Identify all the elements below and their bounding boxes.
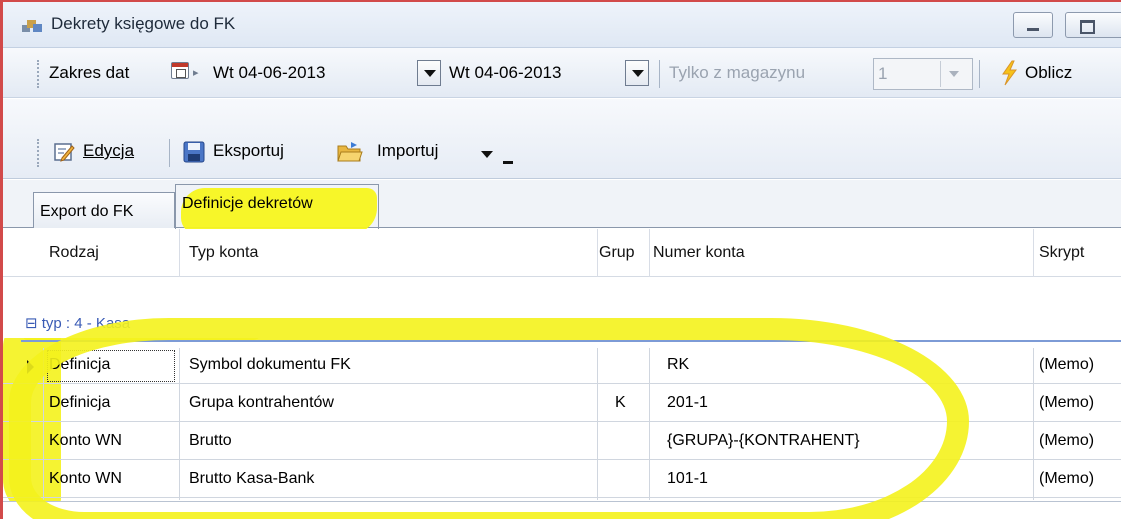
column-header-grupa[interactable]: Grup — [599, 244, 649, 262]
cell-numer-konta[interactable]: 201-1 — [667, 386, 708, 422]
tab-strip: Export do FK — [3, 180, 1121, 228]
horizontal-scrollbar[interactable] — [3, 501, 1121, 519]
date-to-dropdown-button[interactable] — [625, 60, 649, 86]
export-button[interactable]: Eksportuj — [213, 141, 284, 167]
cell-typ-konta[interactable]: Symbol dokumentu FK — [189, 348, 351, 384]
column-header-rodzaj[interactable]: Rodzaj — [49, 244, 99, 262]
actions-toolbar: Edycja Eksportuj Importuj — [3, 99, 1121, 179]
cell-skrypt[interactable]: (Memo) — [1039, 462, 1094, 498]
column-divider[interactable] — [1033, 229, 1034, 277]
table-row[interactable]: Definicja Symbol dokumentu FK RK (Memo) — [3, 348, 1121, 384]
date-from-field[interactable]: Wt 04-06-2013 — [213, 58, 413, 90]
table-row[interactable]: Konto WN Brutto Kasa-Bank 101-1 (Memo) — [3, 462, 1121, 498]
group-divider — [21, 340, 1121, 342]
calendar-icon[interactable] — [171, 62, 189, 79]
window-title: Dekrety księgowe do FK — [51, 14, 236, 33]
calculate-button[interactable]: Oblicz — [1025, 63, 1072, 83]
toolbar-separator — [659, 60, 660, 88]
import-button[interactable]: Importuj — [377, 141, 438, 167]
date-from-dropdown-button[interactable] — [417, 60, 441, 86]
cell-skrypt[interactable]: (Memo) — [1039, 424, 1094, 460]
app-icon — [22, 20, 42, 32]
cell-rodzaj[interactable]: Konto WN — [49, 462, 122, 498]
toolbar-separator — [169, 139, 170, 167]
chevron-down-icon[interactable] — [481, 151, 493, 158]
only-warehouse-label: Tylko z magazynu — [669, 63, 806, 82]
lightning-icon[interactable] — [999, 60, 1019, 86]
cell-numer-konta[interactable]: 101-1 — [667, 462, 708, 498]
minimize-button[interactable] — [1013, 12, 1053, 38]
column-divider[interactable] — [649, 229, 650, 277]
tab-definicje-dekretow[interactable]: Definicje dekretów — [175, 184, 379, 229]
tab-export-do-fk[interactable]: Export do FK — [33, 192, 175, 228]
group-label: typ : 4 - Kasa — [41, 315, 131, 332]
column-divider[interactable] — [597, 229, 598, 277]
toolbar-grip[interactable] — [37, 139, 40, 167]
cell-rodzaj[interactable]: Definicja — [49, 386, 110, 422]
toolbar-separator — [979, 60, 980, 88]
chevron-right-icon: ▸ — [193, 67, 199, 79]
table-row[interactable]: Konto WN Brutto {GRUPA}-{KONTRAHENT} (Me… — [3, 424, 1121, 460]
cell-rodzaj[interactable]: Definicja — [45, 348, 177, 384]
table-row[interactable]: Definicja Grupa kontrahentów K 201-1 (Me… — [3, 386, 1121, 422]
title-bar: Dekrety księgowe do FK — [3, 2, 1121, 48]
cell-rodzaj[interactable]: Konto WN — [49, 424, 122, 460]
save-icon[interactable] — [183, 141, 205, 163]
cell-skrypt[interactable]: (Memo) — [1039, 386, 1094, 422]
warehouse-value: 1 — [878, 64, 888, 83]
open-folder-icon[interactable] — [337, 140, 363, 164]
date-to-field[interactable]: Wt 04-06-2013 — [449, 58, 619, 90]
cell-typ-konta[interactable]: Brutto Kasa-Bank — [189, 462, 314, 498]
toolbar-grip[interactable] — [37, 60, 40, 88]
column-header-typ-konta[interactable]: Typ konta — [189, 244, 258, 262]
chevron-down-icon[interactable] — [940, 61, 968, 87]
cell-skrypt[interactable]: (Memo) — [1039, 348, 1094, 384]
date-range-label: Zakres dat — [49, 63, 130, 82]
edit-icon[interactable] — [53, 141, 75, 163]
grid-header: Rodzaj Typ konta Grup Numer konta Skrypt — [3, 229, 1121, 277]
column-header-numer-konta[interactable]: Numer konta — [653, 244, 745, 262]
current-row-indicator — [27, 360, 34, 374]
date-toolbar: Zakres dat ▸ Wt 04-06-2013 Wt 04-06-2013… — [3, 48, 1121, 98]
cell-numer-konta[interactable]: {GRUPA}-{KONTRAHENT} — [667, 424, 860, 460]
cell-typ-konta[interactable]: Brutto — [189, 424, 232, 460]
warehouse-select[interactable]: 1 — [873, 58, 973, 90]
cell-grupa[interactable]: K — [615, 386, 626, 422]
group-row[interactable]: ⊟ typ : 4 - Kasa — [25, 314, 130, 332]
edit-button[interactable]: Edycja — [83, 141, 134, 167]
app-window: Dekrety księgowe do FK Zakres dat ▸ Wt 0… — [0, 0, 1121, 519]
toolbar-overflow-icon[interactable] — [503, 161, 513, 164]
column-divider[interactable] — [179, 229, 180, 277]
maximize-button[interactable] — [1065, 12, 1121, 38]
column-header-skrypt[interactable]: Skrypt — [1039, 244, 1084, 262]
cell-numer-konta[interactable]: RK — [667, 348, 689, 384]
group-area: ⊟ typ : 4 - Kasa — [3, 278, 1121, 342]
cell-typ-konta[interactable]: Grupa kontrahentów — [189, 386, 334, 422]
